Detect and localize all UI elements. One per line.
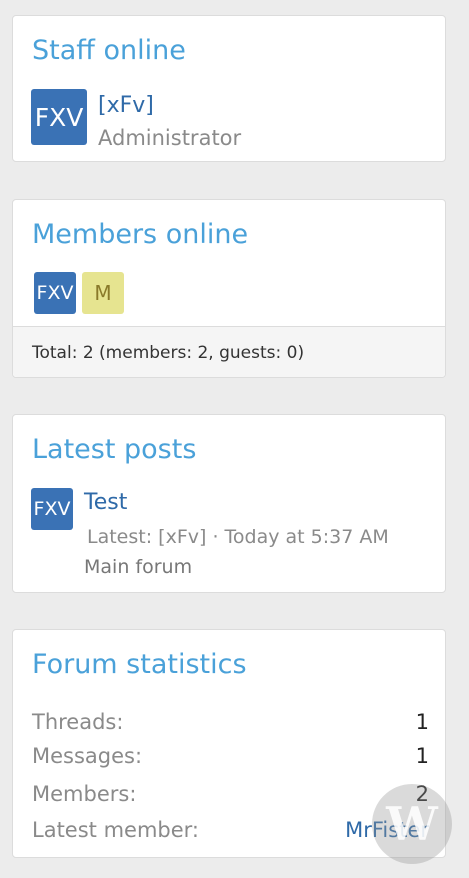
- forum-statistics-title: Forum statistics: [32, 649, 247, 680]
- stat-row-members: Members: 2: [32, 782, 429, 808]
- post-forum-link[interactable]: Main forum: [84, 556, 192, 578]
- avatar[interactable]: FXV: [31, 488, 73, 530]
- stat-row-latest-member: Latest member: MrFister: [32, 818, 429, 844]
- members-online-block: Members online FXV M Total: 2 (members: …: [12, 199, 446, 378]
- avatar[interactable]: M: [82, 272, 124, 314]
- watermark-logo: W: [372, 784, 452, 864]
- stat-label: Threads:: [32, 710, 124, 734]
- latest-posts-block: Latest posts FXV Test Latest: [xFv] · To…: [12, 414, 446, 593]
- stat-row-threads: Threads: 1: [32, 710, 429, 736]
- stat-row-messages: Messages: 1: [32, 744, 429, 770]
- members-online-total: Total: 2 (members: 2, guests: 0): [32, 343, 305, 363]
- post-title-link[interactable]: Test: [84, 490, 127, 515]
- stat-value: 1: [415, 710, 429, 734]
- stat-value: 1: [415, 744, 429, 768]
- members-online-title[interactable]: Members online: [32, 221, 248, 248]
- stat-label: Latest member:: [32, 818, 199, 842]
- staff-online-title[interactable]: Staff online: [32, 37, 186, 64]
- stat-label: Members:: [32, 782, 137, 806]
- avatar[interactable]: FXV: [31, 89, 87, 145]
- avatar[interactable]: FXV: [34, 272, 76, 314]
- staff-username-link[interactable]: [xFv]: [98, 93, 154, 118]
- staff-role-label: Administrator: [98, 126, 242, 150]
- members-online-footer: Total: 2 (members: 2, guests: 0): [13, 326, 445, 377]
- post-meta[interactable]: Latest: [xFv] · Today at 5:37 AM: [87, 526, 389, 548]
- latest-posts-title[interactable]: Latest posts: [32, 436, 196, 463]
- staff-online-block: Staff online FXV [xFv] Administrator: [12, 15, 446, 162]
- stat-label: Messages:: [32, 744, 143, 768]
